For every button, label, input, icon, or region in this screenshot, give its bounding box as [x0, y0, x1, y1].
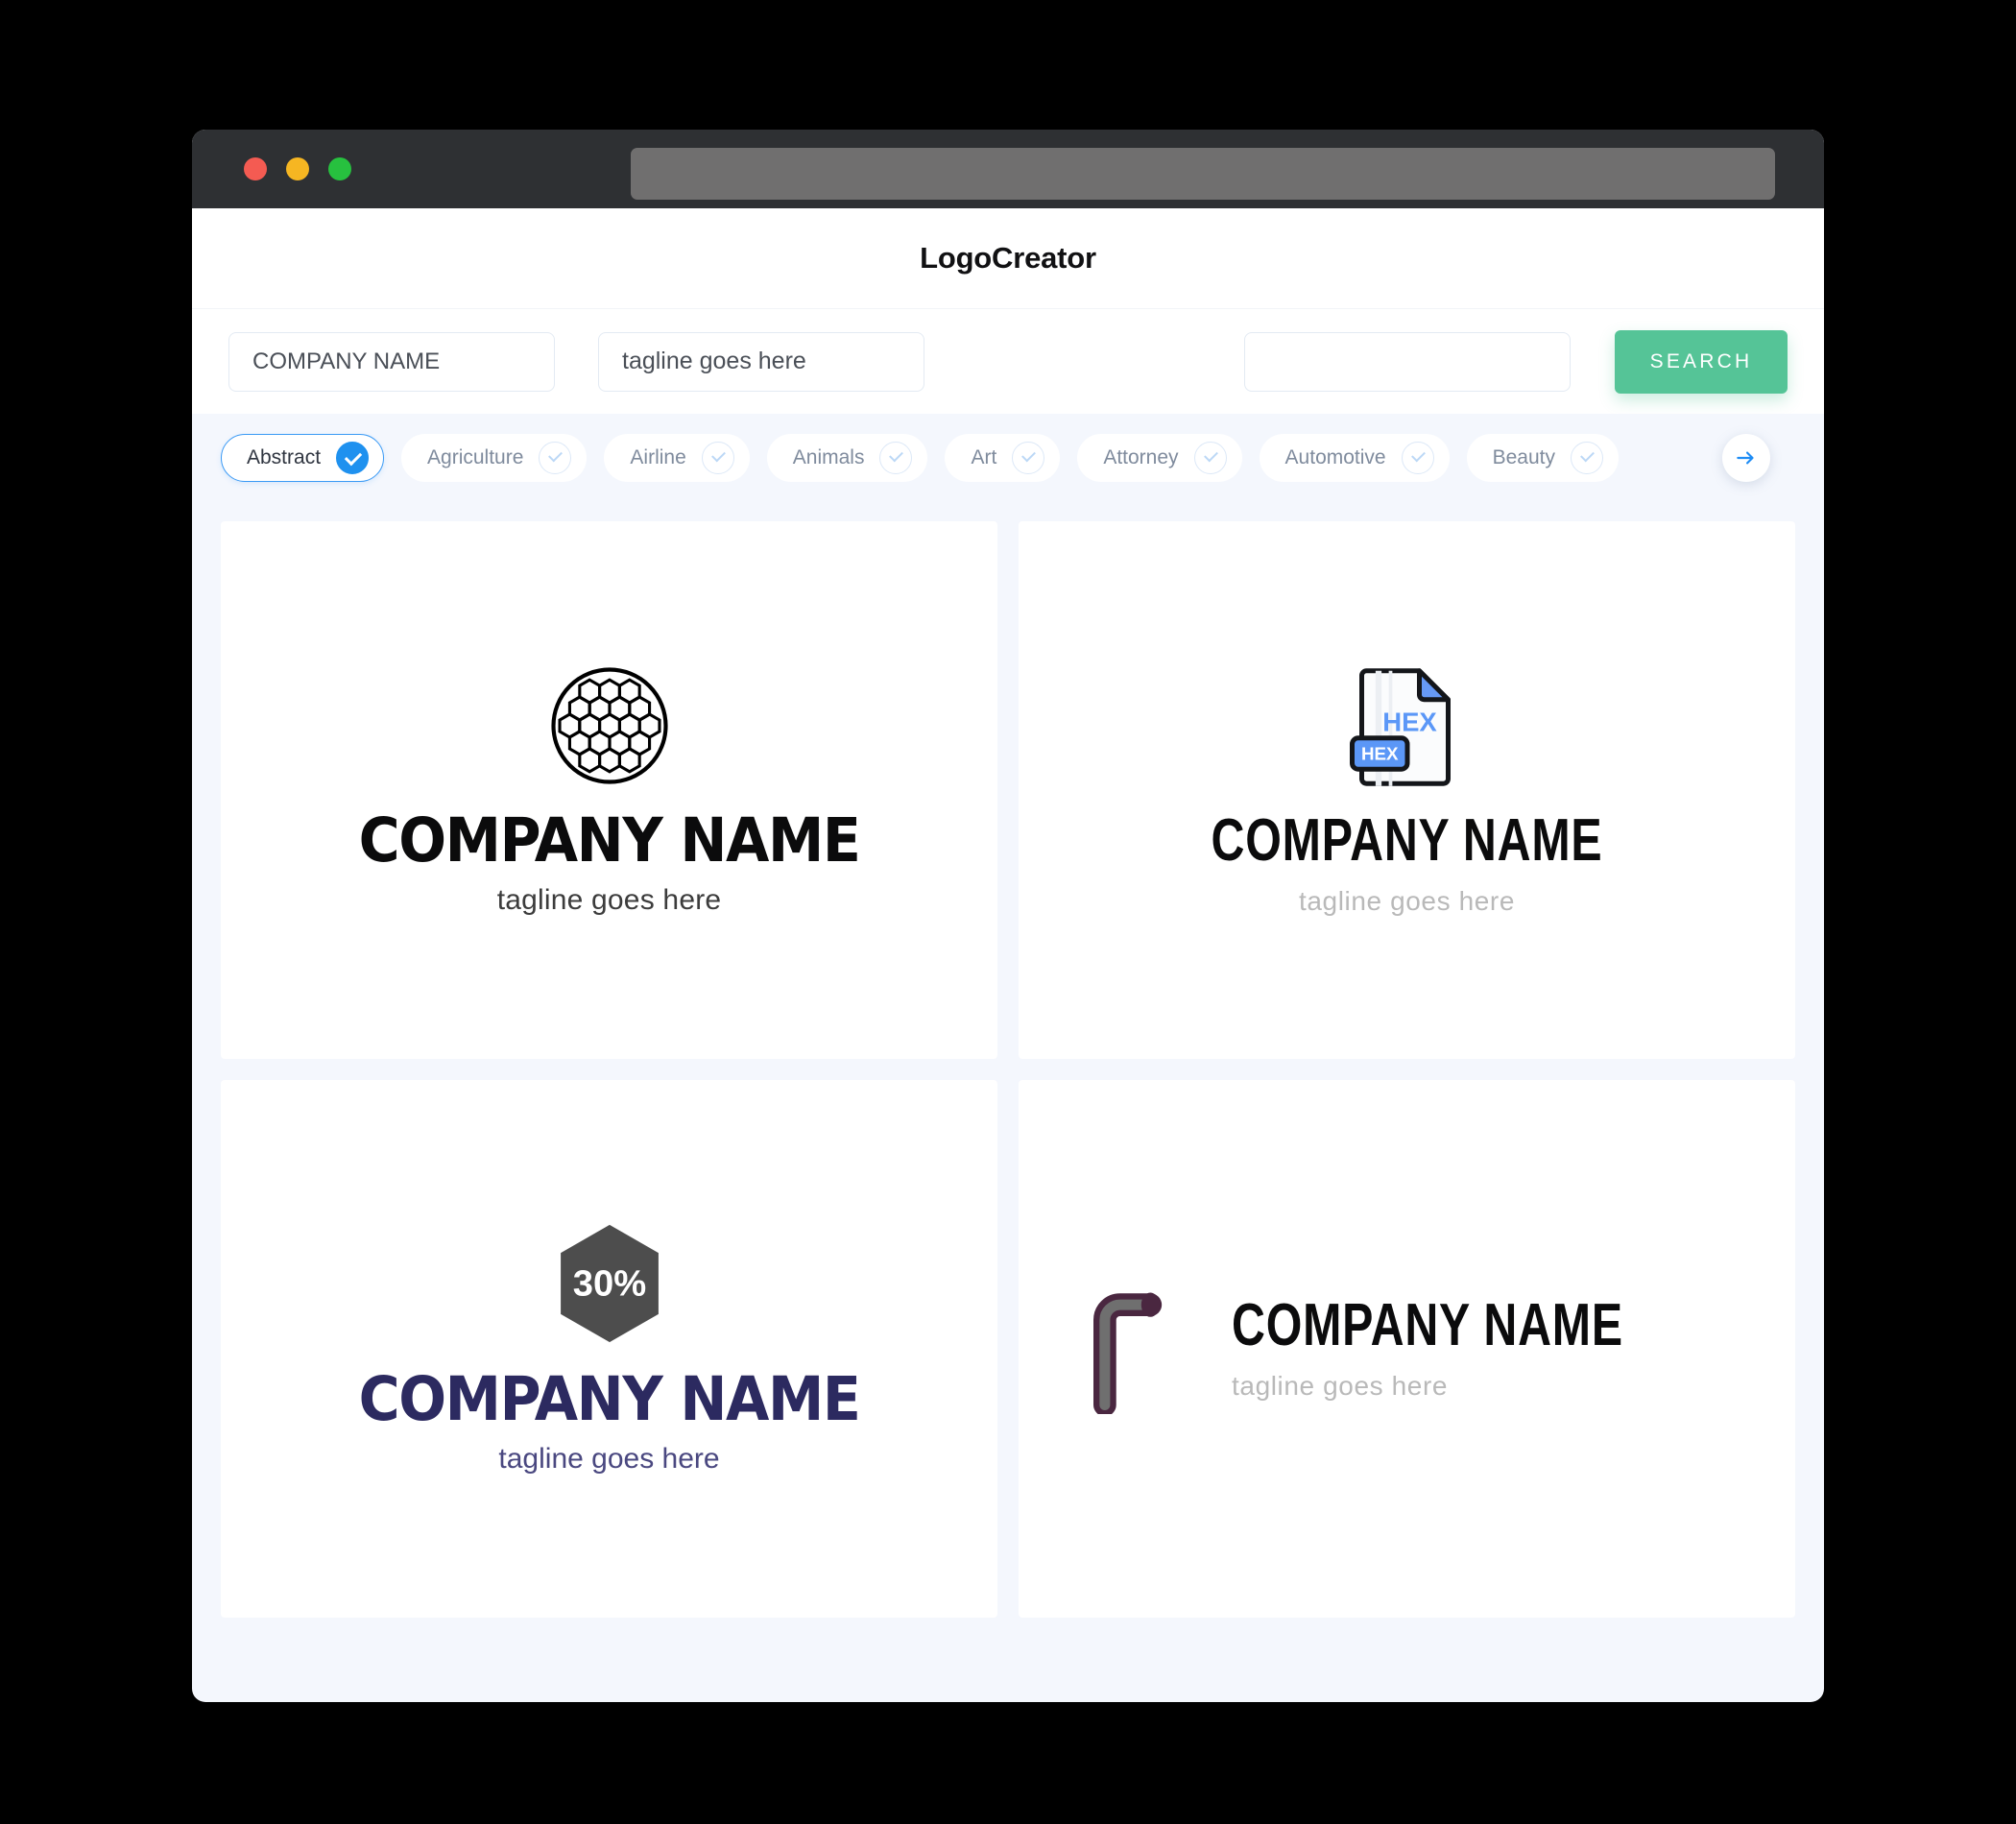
- check-icon: [1012, 442, 1045, 474]
- category-chip-abstract[interactable]: Abstract: [221, 434, 385, 482]
- logo-tagline: tagline goes here: [496, 884, 722, 917]
- search-toolbar: SEARCH: [192, 308, 1824, 414]
- category-chip-label: Automotive: [1284, 446, 1386, 468]
- check-icon: [1571, 442, 1603, 474]
- close-window-button[interactable]: [244, 157, 267, 180]
- check-icon: [1193, 442, 1227, 474]
- honeycomb-circle-icon: [550, 667, 668, 784]
- hexagon-percent-icon: 30%: [560, 1224, 659, 1343]
- logo-text-block: COMPANY NAME tagline goes here: [1232, 1296, 1734, 1402]
- check-icon: [879, 442, 913, 474]
- logo-company-name: COMPANY NAME: [1232, 1292, 1623, 1358]
- check-icon: [336, 442, 370, 474]
- tagline-input[interactable]: [598, 331, 924, 392]
- search-button[interactable]: SEARCH: [1615, 329, 1788, 394]
- category-chip-art[interactable]: Art: [945, 434, 1061, 482]
- category-chip-label: Animals: [792, 446, 865, 468]
- category-chip-airline[interactable]: Airline: [604, 434, 750, 482]
- category-chip-label: Attorney: [1103, 446, 1179, 468]
- check-icon: [701, 442, 734, 474]
- logo-tagline: tagline goes here: [498, 1443, 720, 1476]
- category-chip-label: Abstract: [247, 446, 322, 468]
- minimize-window-button[interactable]: [286, 157, 309, 180]
- logo-tagline: tagline goes here: [1298, 886, 1516, 916]
- keyword-input[interactable]: [1244, 331, 1571, 392]
- logo-tagline: tagline goes here: [1232, 1371, 1449, 1401]
- browser-window: LogoCreator SEARCH Abstract Agriculture: [192, 130, 1824, 1702]
- logo-results-grid: COMPANY NAME tagline goes here HEX HEX C…: [192, 502, 1824, 1650]
- category-chip-label: Beauty: [1492, 446, 1555, 468]
- logo-preview: COMPANY NAME tagline goes here: [1080, 1284, 1734, 1414]
- page-background: LogoCreator SEARCH Abstract Agriculture: [0, 0, 2016, 1824]
- app-header: LogoCreator: [192, 208, 1824, 308]
- check-icon: [539, 442, 572, 474]
- allen-key-icon: [1093, 1292, 1163, 1414]
- category-chip-attorney[interactable]: Attorney: [1077, 434, 1242, 482]
- hexagon-percent-label: 30%: [572, 1263, 645, 1305]
- category-chip-label: Airline: [630, 446, 686, 468]
- check-icon: [1401, 442, 1434, 474]
- logo-company-name: COMPANY NAME: [358, 804, 861, 876]
- category-chip-beauty[interactable]: Beauty: [1466, 434, 1619, 482]
- logo-preview: COMPANY NAME tagline goes here: [340, 663, 878, 917]
- category-chip-label: Art: [971, 446, 997, 468]
- logo-company-name: COMPANY NAME: [1211, 807, 1603, 874]
- arrow-right-icon: [1737, 451, 1754, 465]
- logo-card[interactable]: 30% COMPANY NAME tagline goes here: [221, 1080, 997, 1618]
- logo-company-name: COMPANY NAME: [358, 1363, 861, 1434]
- browser-url-bar[interactable]: [631, 148, 1775, 200]
- window-controls: [244, 157, 351, 180]
- logo-card[interactable]: HEX HEX COMPANY NAME tagline goes here: [1019, 521, 1795, 1059]
- page-title: LogoCreator: [920, 241, 1096, 275]
- category-chip-agriculture[interactable]: Agriculture: [401, 434, 588, 482]
- logo-preview: HEX HEX COMPANY NAME tagline goes here: [1156, 663, 1658, 917]
- category-filter-bar: Abstract Agriculture Airline Animals Art: [192, 414, 1824, 502]
- company-name-input[interactable]: [228, 331, 555, 392]
- next-categories-button[interactable]: [1722, 434, 1770, 482]
- hex-file-badge-label: HEX: [1360, 743, 1398, 763]
- hex-file-icon: HEX HEX: [1349, 668, 1451, 786]
- category-chip-automotive[interactable]: Automotive: [1259, 434, 1450, 482]
- category-chip-list: Abstract Agriculture Airline Animals Art: [221, 434, 1619, 482]
- browser-titlebar: [192, 130, 1824, 208]
- logo-card[interactable]: COMPANY NAME tagline goes here: [1019, 1080, 1795, 1618]
- category-chip-animals[interactable]: Animals: [766, 434, 928, 482]
- maximize-window-button[interactable]: [328, 157, 351, 180]
- hex-file-label: HEX: [1382, 707, 1437, 736]
- category-chip-label: Agriculture: [427, 446, 524, 468]
- logo-preview: 30% COMPANY NAME tagline goes here: [340, 1222, 878, 1476]
- logo-card[interactable]: COMPANY NAME tagline goes here: [221, 521, 997, 1059]
